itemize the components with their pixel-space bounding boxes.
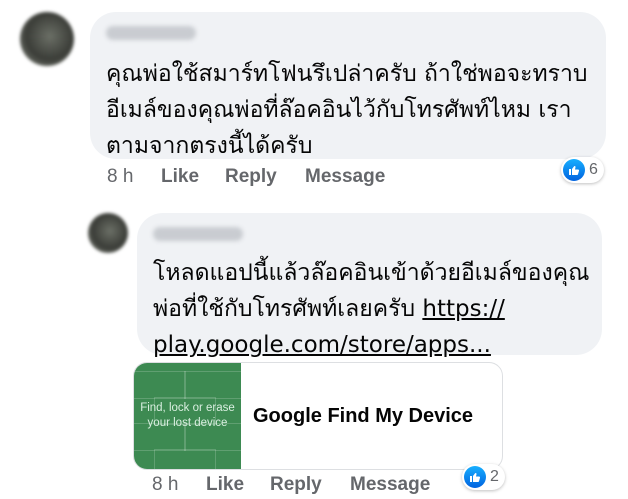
comment-bubble: คุณพ่อใช้สมาร์ทโฟนรึเปล่าครับ ถ้าใช่พอจะ…	[90, 12, 606, 159]
like-reaction-icon	[563, 159, 585, 181]
preview-image-caption: Find, lock or erase your lost device	[134, 401, 241, 431]
avatar[interactable]	[88, 213, 128, 253]
app-preview-image: Find, lock or erase your lost device	[134, 363, 241, 469]
reply-bubble: โหลดแอปนี้แล้วล๊อคอินเข้าด้วยอีเมล์ของคุ…	[137, 213, 602, 358]
timestamp[interactable]: 8 h	[152, 474, 206, 496]
message-button[interactable]: Message	[305, 166, 385, 188]
comment-text-line: อีเมล์ของคุณพ่อที่ล๊อคอินไว้กับโทรศัพท์ไ…	[106, 97, 572, 123]
like-button[interactable]: Like	[206, 474, 270, 496]
author-name-blurred[interactable]	[153, 227, 243, 241]
message-button[interactable]: Message	[350, 474, 430, 496]
link-preview-card[interactable]: Find, lock or erase your lost device Goo…	[133, 362, 503, 470]
caption-line: your lost device	[147, 417, 228, 429]
like-reaction-icon	[464, 466, 486, 488]
reaction-count: 2	[490, 468, 499, 485]
card-title: Google Find My Device	[253, 404, 474, 427]
comment-text-line: พ่อที่ใช้กับโทรศัพท์เลยครับ https://	[153, 291, 598, 327]
caption-line: Find, lock or erase	[140, 402, 235, 414]
comment-actions: 8 h Like Reply Message	[107, 166, 385, 188]
like-button[interactable]: Like	[161, 166, 225, 188]
comment-text-line: ตามจากตรงนี้ได้ครับ	[106, 133, 313, 159]
reply-button[interactable]: Reply	[225, 166, 305, 188]
reaction-count: 6	[589, 161, 598, 178]
comment-actions: 8 h Like Reply Message	[152, 474, 430, 496]
author-name-blurred[interactable]	[106, 26, 196, 40]
reaction-badge[interactable]: 6	[561, 157, 604, 183]
comment-text: โหลดแอปนี้แล้วล๊อคอินเข้าด้วยอีเมล์ของคุ…	[153, 255, 598, 363]
avatar[interactable]	[20, 12, 74, 66]
timestamp[interactable]: 8 h	[107, 166, 161, 188]
comment-text-segment: พ่อที่ใช้กับโทรศัพท์เลยครับ	[153, 296, 423, 322]
store-link-continued[interactable]: play.google.com/store/apps...	[153, 332, 491, 358]
store-link[interactable]: https://	[422, 296, 504, 322]
reaction-badge[interactable]: 2	[462, 464, 505, 490]
comment-text: คุณพ่อใช้สมาร์ทโฟนรึเปล่าครับ ถ้าใช่พอจะ…	[106, 56, 606, 164]
comment-text-line: คุณพ่อใช้สมาร์ทโฟนรึเปล่าครับ ถ้าใช่พอจะ…	[106, 61, 588, 87]
comment-text-line: play.google.com/store/apps...	[153, 327, 598, 363]
comment-text-line: โหลดแอปนี้แล้วล๊อคอินเข้าด้วยอีเมล์ของคุ…	[153, 260, 590, 286]
reply-button[interactable]: Reply	[270, 474, 350, 496]
